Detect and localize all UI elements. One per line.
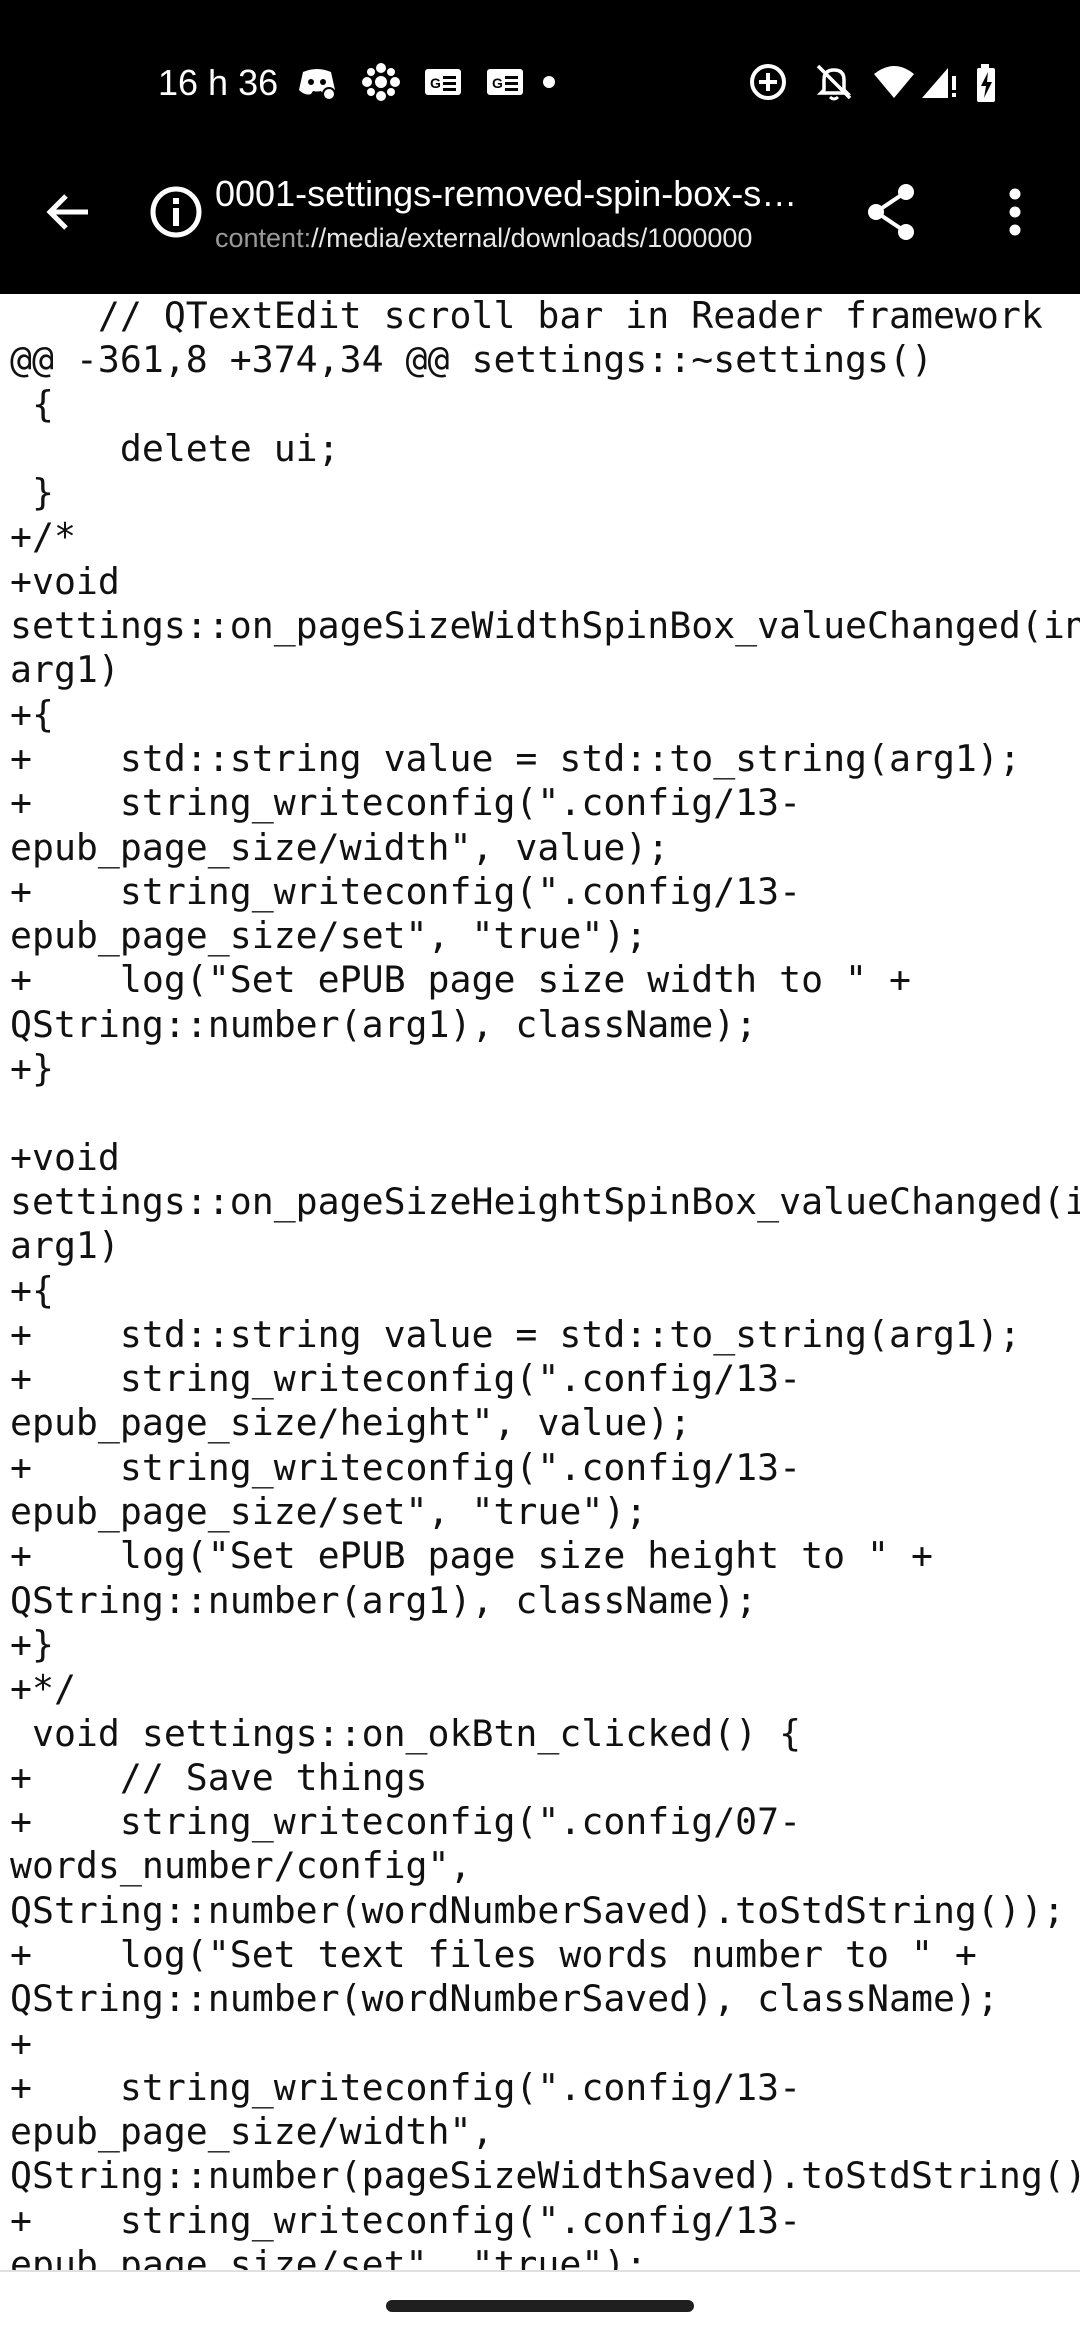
- code-line: + // Save things: [10, 1755, 428, 1799]
- code-line: QString::number(wordNumberSaved).toStdSt…: [10, 1888, 1065, 1932]
- url-path: //media/external/downloads/1000000: [311, 223, 753, 253]
- code-line: +}: [10, 1047, 54, 1091]
- code-line: // QTextEdit scroll bar in Reader framew…: [10, 294, 1043, 337]
- code-line: epub_page_size/width", value);: [10, 825, 670, 869]
- code-line: +: [10, 2021, 32, 2065]
- news-icon: G: [483, 60, 527, 104]
- code-line: +*/: [10, 1667, 76, 1711]
- file-url: content://media/external/downloads/10000…: [215, 220, 800, 256]
- code-line: + std::string value = std::to_string(arg…: [10, 1312, 1021, 1356]
- code-line: + string_writeconfig(".config/13-: [10, 781, 802, 825]
- code-line: +void: [10, 1135, 120, 1179]
- code-line: +}: [10, 1622, 54, 1666]
- file-title-block[interactable]: 0001-settings-removed-spin-box-stuff.pat…: [215, 168, 800, 268]
- code-line: +{: [10, 1268, 54, 1312]
- arrow-back-icon: [40, 184, 96, 245]
- status-time: 16 h 36: [158, 62, 279, 103]
- code-line: + string_writeconfig(".config/07-: [10, 1800, 802, 1844]
- code-line: epub_page_size/width",: [10, 2110, 494, 2154]
- signal-icon: [918, 60, 962, 104]
- code-line: epub_page_size/set", "true");: [10, 2243, 648, 2270]
- code-line: {: [10, 382, 54, 426]
- status-bar: 16 h 36 G G: [0, 0, 1080, 170]
- code-line: }: [10, 471, 54, 515]
- code-line: +/*: [10, 515, 76, 559]
- notifications-off-icon: [812, 60, 856, 104]
- code-line: + log("Set ePUB page size width to " +: [10, 958, 911, 1002]
- info-icon: [148, 184, 204, 245]
- code-line: epub_page_size/height", value);: [10, 1401, 692, 1445]
- code-line: + log("Set text files words number to " …: [10, 1932, 977, 1976]
- share-icon: [864, 182, 920, 247]
- file-content-view[interactable]: // QTextEdit scroll bar in Reader framew…: [0, 294, 1080, 2270]
- more-options-button[interactable]: [990, 184, 1040, 244]
- info-button[interactable]: [146, 184, 206, 244]
- code-line: settings::on_pageSizeHeightSpinBox_value…: [10, 1179, 1080, 1223]
- code-line: + string_writeconfig(".config/13-: [10, 869, 802, 913]
- code-line: words_number/config",: [10, 1844, 472, 1888]
- code-line: + string_writeconfig(".config/13-: [10, 1445, 802, 1489]
- code-line: QString::number(pageSizeWidthSaved).toSt…: [10, 2154, 1080, 2198]
- file-title: 0001-settings-removed-spin-box-stuff.pat…: [215, 173, 800, 214]
- code-line: arg1): [10, 648, 120, 692]
- code-line: + std::string value = std::to_string(arg…: [10, 736, 1021, 780]
- code-line: QString::number(arg1), className);: [10, 1002, 758, 1046]
- code-line: + string_writeconfig(".config/13-: [10, 1357, 802, 1401]
- code-line: void settings::on_okBtn_clicked() {: [10, 1711, 802, 1755]
- code-line: +void: [10, 559, 120, 603]
- back-button[interactable]: [34, 180, 102, 248]
- data-saver-icon: [746, 60, 790, 104]
- svg-text:G: G: [430, 75, 441, 91]
- code-line: epub_page_size/set", "true");: [10, 1490, 648, 1534]
- gesture-handle[interactable]: [386, 2300, 694, 2312]
- battery-charging-icon: [968, 60, 1012, 104]
- code-line: delete ui;: [10, 426, 340, 470]
- code-line: + string_writeconfig(".config/13-: [10, 2198, 802, 2242]
- more-vert-icon: [1005, 184, 1025, 245]
- share-button[interactable]: [862, 182, 922, 247]
- code-text: // QTextEdit scroll bar in Reader framew…: [0, 294, 1080, 2270]
- news-icon: G: [421, 60, 465, 104]
- code-line: settings::on_pageSizeWidthSpinBox_valueC…: [10, 604, 1080, 648]
- notification-dot-icon: [536, 60, 580, 104]
- cbc-radio-icon: [359, 60, 403, 104]
- code-line: + log("Set ePUB page size height to " +: [10, 1534, 933, 1578]
- code-line: + string_writeconfig(".config/13-: [10, 2065, 802, 2109]
- code-line: +{: [10, 692, 54, 736]
- wifi-icon: [872, 60, 916, 104]
- code-line: QString::number(wordNumberSaved), classN…: [10, 1977, 999, 2021]
- code-line: QString::number(arg1), className);: [10, 1578, 758, 1622]
- svg-text:G: G: [492, 75, 503, 91]
- code-line: arg1): [10, 1224, 120, 1268]
- discord-icon: [295, 60, 339, 104]
- url-scheme: content:: [215, 223, 312, 253]
- code-line: @@ -361,8 +374,34 @@ settings::~settings…: [10, 338, 933, 382]
- code-line: epub_page_size/set", "true");: [10, 914, 648, 958]
